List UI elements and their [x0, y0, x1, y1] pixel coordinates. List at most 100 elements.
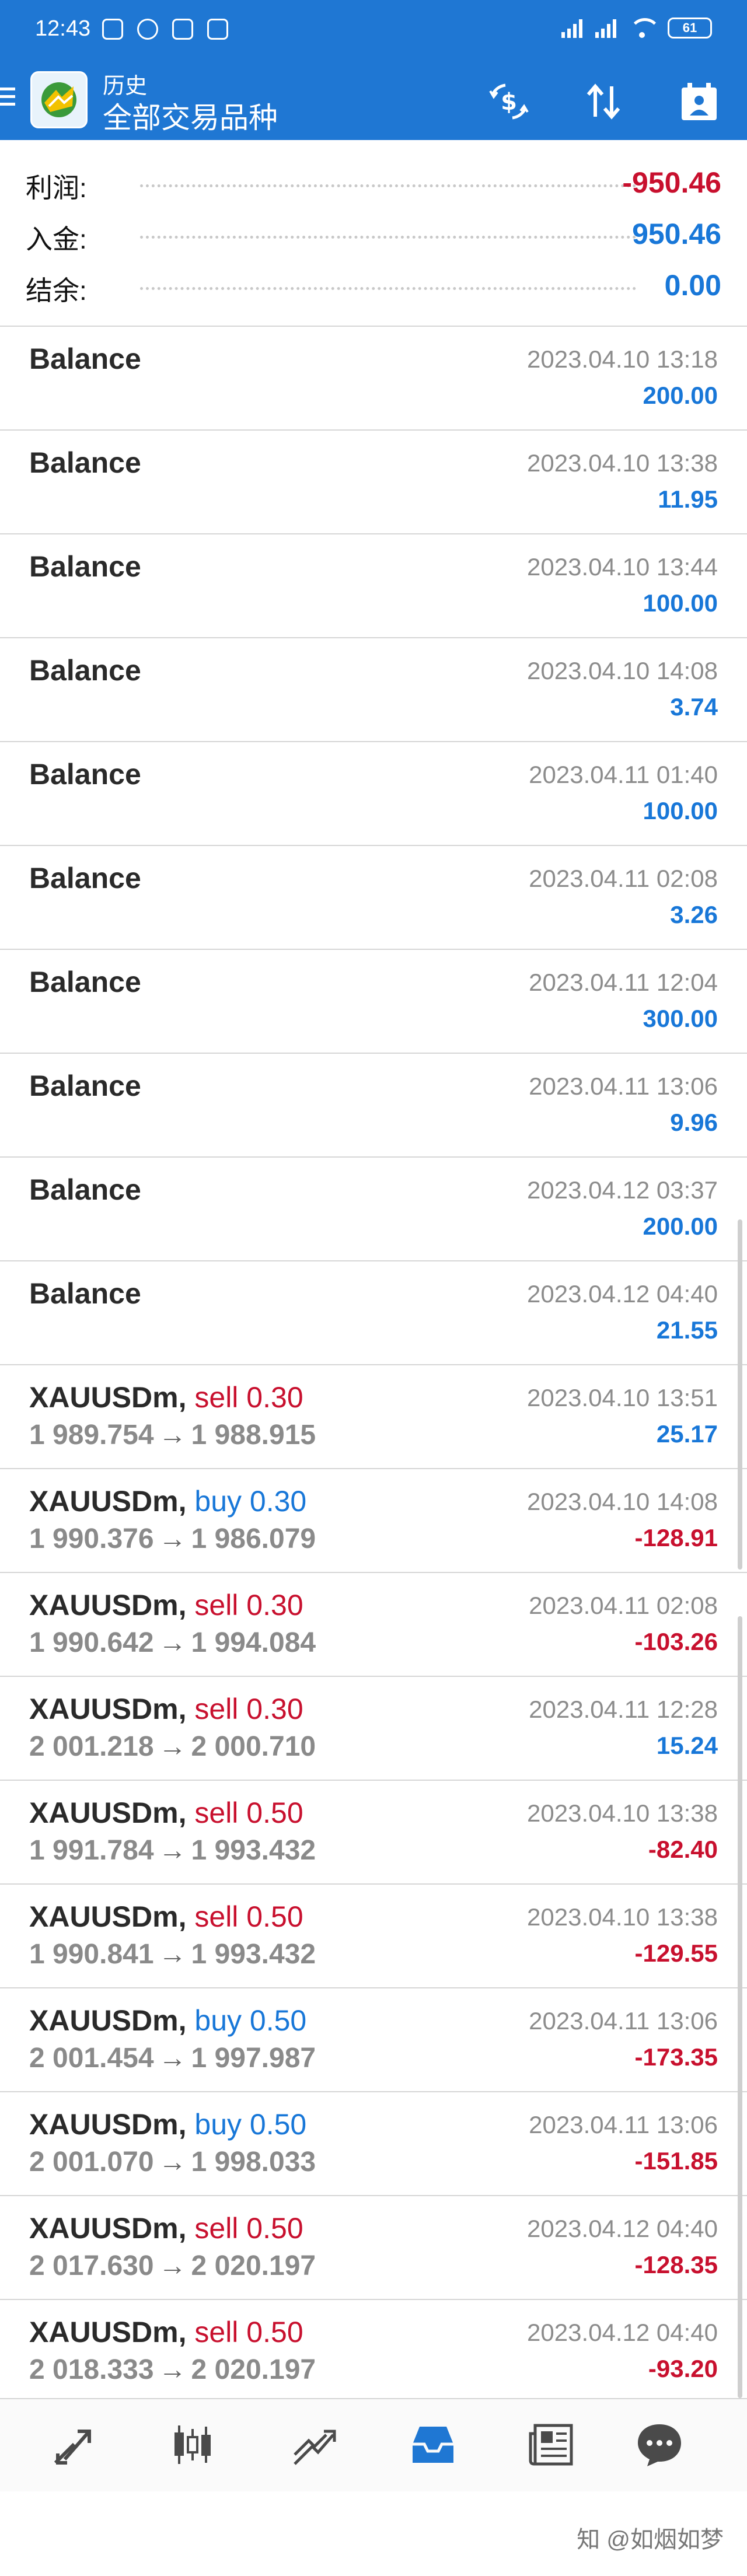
signal-icon: [561, 18, 582, 38]
svg-text:$: $: [501, 89, 517, 116]
trade-direction: sell 0.50: [194, 1900, 303, 1933]
row-title: Balance: [29, 966, 141, 998]
balance-row[interactable]: Balance 2023.04.11 02:08 3.26: [0, 845, 747, 949]
price-range: 1 989.754 → 1 988.915: [29, 1419, 316, 1451]
status-time: 12:43: [35, 16, 91, 41]
arrow-right-icon: →: [158, 1523, 187, 1554]
deal-time: 2023.04.11 13:06: [529, 2007, 718, 2035]
trade-direction: sell 0.30: [194, 1589, 303, 1621]
scrollbar[interactable]: [738, 1616, 742, 2398]
messages-tab[interactable]: [630, 2416, 689, 2474]
deals-list[interactable]: Balance 2023.04.10 13:18 200.00 Balance 2023…: [0, 326, 747, 2403]
balance-row[interactable]: Balance 2023.04.11 01:40 100.00: [0, 741, 747, 845]
trade-direction: sell 0.30: [194, 1381, 303, 1414]
price-range: 1 990.841 → 1 993.432: [29, 1938, 316, 1970]
close-price: 1 998.033: [191, 2147, 316, 2177]
trade-row[interactable]: 2 017.630 → 2 020.197 XAUUSDm, sell 0.50 202…: [0, 2195, 747, 2299]
open-price: 2 001.218: [29, 1731, 154, 1762]
balance-row[interactable]: Balance 2023.04.12 04:40 21.55: [0, 1260, 747, 1364]
deal-amount: 11.95: [658, 485, 718, 513]
balance-row[interactable]: Balance 2023.04.10 13:38 11.95: [0, 429, 747, 533]
trade-row[interactable]: 1 991.784 → 1 993.432 XAUUSDm, sell 0.50 202…: [0, 1780, 747, 1883]
symbol: XAUUSDm,: [29, 1796, 187, 1829]
quotes-tab[interactable]: [44, 2416, 103, 2474]
summary-panel: 利润: -950.46 入金: 950.46 结余: 0.00: [0, 140, 747, 326]
deposit-row: 入金: 950.46: [0, 208, 747, 259]
trade-direction: buy 0.50: [194, 2108, 307, 2141]
trade-row[interactable]: 1 990.841 → 1 993.432 XAUUSDm, sell 0.50 202…: [0, 1883, 747, 1987]
deal-time: 2023.04.12 04:40: [527, 2215, 718, 2242]
deal-time: 2023.04.10 14:08: [527, 657, 718, 684]
symbol: XAUUSDm,: [29, 2108, 187, 2141]
status-bar: 12:43 61: [0, 0, 747, 64]
row-title: Balance: [29, 1069, 141, 1102]
deal-amount: 3.26: [670, 901, 718, 928]
currency-filter-icon[interactable]: $: [486, 78, 532, 125]
sort-icon[interactable]: [580, 78, 627, 125]
metatrader-logo-icon: [41, 82, 76, 117]
trade-row[interactable]: 1 989.754 → 1 988.915 XAUUSDm, sell 0.30 202…: [0, 1364, 747, 1468]
deal-time: 2023.04.12 04:40: [527, 1280, 718, 1308]
trade-row[interactable]: 2 018.333 → 2 020.197 XAUUSDm, sell 0.50 202…: [0, 2299, 747, 2403]
history-icon: [413, 2427, 453, 2463]
trade-row[interactable]: 1 990.376 → 1 986.079 XAUUSDm, buy 0.30 2023…: [0, 1468, 747, 1572]
deal-time: 2023.04.10 13:44: [527, 553, 718, 581]
deal-time: 2023.04.12 03:37: [527, 1176, 718, 1204]
system-status: 61: [561, 18, 712, 39]
news-tab[interactable]: [523, 2416, 581, 2474]
arrow-right-icon: →: [158, 1835, 187, 1866]
symbol: XAUUSDm,: [29, 1900, 187, 1933]
trade-direction: buy 0.50: [194, 2004, 307, 2037]
deal-amount: -173.35: [634, 2043, 718, 2071]
signal-icon: [595, 18, 616, 38]
deal-amount: 3.74: [670, 693, 718, 721]
row-title: XAUUSDm, sell 0.30: [29, 1380, 303, 1414]
deal-time: 2023.04.10 13:38: [527, 1799, 718, 1827]
menu-icon[interactable]: [0, 88, 18, 109]
trade-tab[interactable]: [285, 2416, 343, 2474]
alarm-icon: [137, 19, 158, 40]
balance-row[interactable]: Balance 2023.04.11 12:04 300.00: [0, 949, 747, 1053]
row-title: XAUUSDm, buy 0.50: [29, 2004, 306, 2037]
app-logo: [30, 71, 88, 128]
deal-amount: -93.20: [648, 2355, 718, 2382]
balance-row[interactable]: Balance 2023.04.11 13:06 9.96: [0, 1053, 747, 1156]
open-price: 2 018.333: [29, 2354, 154, 2385]
row-title: Balance: [29, 758, 141, 791]
trade-row[interactable]: 1 990.642 → 1 994.084 XAUUSDm, sell 0.30 202…: [0, 1572, 747, 1676]
balance-row[interactable]: Balance 2023.04.10 13:18 200.00: [0, 326, 747, 429]
symbol-filter[interactable]: 全部交易品种: [103, 95, 278, 137]
trade-row[interactable]: 2 001.218 → 2 000.710 XAUUSDm, sell 0.30 202…: [0, 1676, 747, 1780]
trade-direction: buy 0.30: [194, 1485, 307, 1518]
balance-row[interactable]: Balance 2023.04.10 13:44 100.00: [0, 533, 747, 637]
trade-row[interactable]: 2 001.070 → 1 998.033 XAUUSDm, buy 0.50 2023…: [0, 2091, 747, 2195]
row-title: Balance: [29, 1173, 141, 1206]
symbol: XAUUSDm,: [29, 1693, 187, 1725]
balance-row[interactable]: Balance 2023.04.12 03:37 200.00: [0, 1156, 747, 1260]
symbol: XAUUSDm,: [29, 1485, 187, 1518]
arrow-right-icon: →: [158, 1627, 187, 1658]
trade-icon: [294, 2430, 336, 2465]
balance-row[interactable]: Balance 2023.04.10 14:08 3.74: [0, 637, 747, 741]
trade-row[interactable]: 2 001.454 → 1 997.987 XAUUSDm, buy 0.50 2023…: [0, 1987, 747, 2091]
calendar-icon[interactable]: [676, 78, 722, 125]
deal-time: 2023.04.12 04:40: [527, 2319, 718, 2346]
row-title: Balance: [29, 550, 141, 583]
close-price: 2 020.197: [191, 2250, 316, 2281]
price-range: 1 990.376 → 1 986.079: [29, 1523, 316, 1555]
history-tab[interactable]: [404, 2416, 462, 2474]
close-price: 2 020.197: [191, 2354, 316, 2385]
arrow-right-icon: →: [158, 2043, 187, 2074]
close-price: 1 993.432: [191, 1939, 316, 1970]
row-title: XAUUSDm, sell 0.50: [29, 2315, 303, 2349]
scrollbar[interactable]: [738, 1219, 742, 1570]
chart-tab[interactable]: [163, 2416, 222, 2474]
arrow-right-icon: →: [158, 1420, 187, 1450]
price-range: 1 990.642 → 1 994.084: [29, 1627, 316, 1659]
notification-icons: [102, 19, 228, 40]
dotted-leader: [140, 287, 636, 290]
row-title: XAUUSDm, buy 0.50: [29, 2107, 306, 2141]
bottom-navigation: [0, 2398, 747, 2491]
price-range: 1 991.784 → 1 993.432: [29, 1834, 316, 1867]
trade-direction: sell 0.50: [194, 2316, 303, 2348]
